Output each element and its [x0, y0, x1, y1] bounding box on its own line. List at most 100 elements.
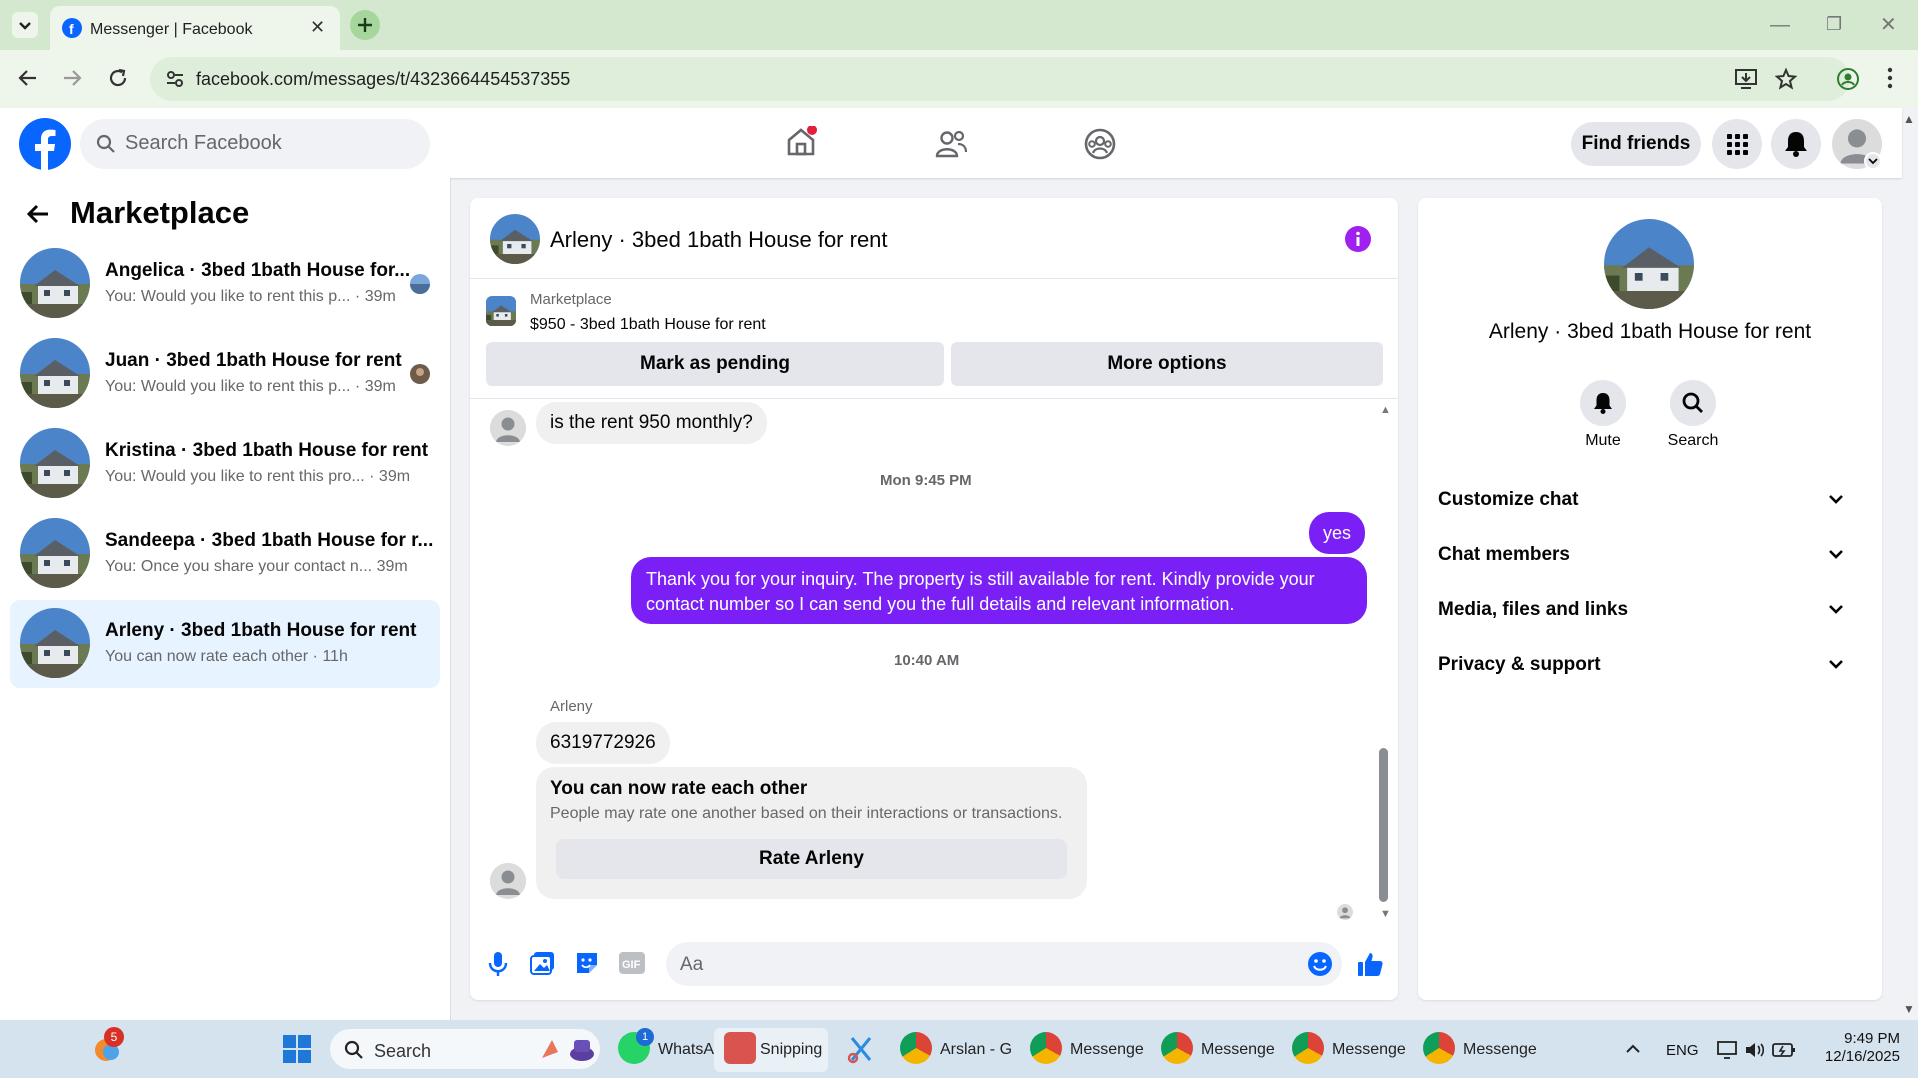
chevron-down-icon — [1828, 548, 1844, 560]
browser-tab[interactable]: f Messenger | Facebook ✕ — [50, 6, 340, 50]
bookmark-star-icon[interactable] — [1774, 67, 1798, 91]
conversation-item[interactable]: Juan · 3bed 1bath House for rent You: Wo… — [10, 330, 440, 418]
chat-title[interactable]: Arleny · 3bed 1bath House for rent — [550, 227, 888, 253]
snip-sketch-icon[interactable] — [846, 1034, 876, 1064]
taskbar-app-label[interactable]: Messenge — [1463, 1041, 1537, 1059]
gif-icon[interactable]: GIF — [619, 952, 645, 974]
mute-label: Mute — [1585, 432, 1621, 449]
page-scroll-down[interactable]: ▼ — [1903, 1002, 1915, 1016]
section-label: Chat members — [1438, 544, 1570, 565]
chat-scroll-down[interactable]: ▼ — [1380, 908, 1391, 920]
find-friends-button[interactable]: Find friends — [1571, 122, 1701, 166]
forward-icon[interactable] — [60, 66, 84, 90]
listing-thumbnail[interactable] — [486, 296, 516, 326]
media-files-links-row[interactable]: Media, files and links — [1438, 591, 1862, 631]
chat-avatar[interactable] — [490, 214, 540, 264]
menu-grid-button[interactable] — [1712, 119, 1762, 169]
facebook-logo-icon[interactable] — [19, 118, 71, 170]
chevron-up-icon[interactable] — [1624, 1040, 1642, 1058]
section-label: Media, files and links — [1438, 599, 1629, 620]
back-icon[interactable] — [16, 66, 40, 90]
conversation-item[interactable]: Sandeepa · 3bed 1bath House for r... You… — [10, 510, 440, 598]
svg-text:f: f — [69, 21, 74, 37]
chrome-icon[interactable] — [1161, 1032, 1193, 1064]
info-icon[interactable] — [1345, 226, 1371, 252]
taskbar-app-label[interactable]: Snipping — [760, 1041, 822, 1059]
taskbar-app-label[interactable]: Arslan - G — [940, 1041, 1012, 1059]
back-arrow-icon[interactable] — [24, 200, 52, 228]
conversation-preview: You: Once you share your contact n... 39… — [105, 558, 408, 575]
conversation-item-selected[interactable]: Arleny · 3bed 1bath House for rent You c… — [10, 600, 440, 688]
chrome-icon[interactable] — [1423, 1032, 1455, 1064]
outgoing-message: Thank you for your inquiry. The property… — [631, 557, 1367, 624]
minimize-icon[interactable]: — — [1770, 14, 1790, 37]
language-indicator[interactable]: ENG — [1666, 1042, 1699, 1059]
search-icon — [96, 134, 116, 154]
section-label: Customize chat — [1438, 489, 1579, 510]
chat-scrollbar-thumb[interactable] — [1379, 748, 1388, 902]
rate-title: You can now rate each other — [550, 778, 808, 799]
url-text[interactable]: facebook.com/messages/t/4323664454537355 — [196, 69, 570, 90]
more-options-button[interactable]: More options — [951, 342, 1383, 386]
restore-icon[interactable]: ❐ — [1826, 14, 1842, 35]
install-app-icon[interactable] — [1734, 68, 1758, 90]
mark-as-pending-button[interactable]: Mark as pending — [486, 342, 944, 386]
sticker-icon[interactable] — [574, 950, 600, 976]
incoming-message: is the rent 950 monthly? — [536, 402, 767, 444]
chat-scroll-up[interactable]: ▲ — [1380, 404, 1391, 416]
reload-icon[interactable] — [106, 66, 130, 90]
tab-title: Messenger | Facebook — [90, 21, 253, 38]
taskbar-app-label[interactable]: WhatsA — [658, 1041, 714, 1059]
rate-arleny-button[interactable]: Rate Arleny — [556, 839, 1067, 879]
search-icon — [344, 1040, 364, 1060]
conversation-item[interactable]: Angelica · 3bed 1bath House for... You: … — [10, 240, 440, 328]
emoji-icon[interactable] — [1307, 951, 1333, 977]
chat-members-row[interactable]: Chat members — [1438, 536, 1862, 576]
incoming-message: 6319772926 — [536, 722, 670, 764]
profile-icon[interactable] — [1836, 67, 1860, 91]
window-close-icon[interactable]: ✕ — [1880, 12, 1897, 37]
mute-button[interactable] — [1580, 380, 1626, 426]
search-icon — [1682, 392, 1703, 413]
listing-thumbnail — [20, 248, 90, 318]
groups-icon[interactable] — [1083, 127, 1117, 161]
site-info-icon[interactable] — [164, 68, 186, 90]
bell-icon — [1594, 393, 1612, 414]
page-scroll-up[interactable]: ▲ — [1903, 112, 1915, 126]
snipping-tool-icon[interactable] — [724, 1032, 756, 1064]
chrome-icon[interactable] — [1292, 1032, 1324, 1064]
listing-thumbnail — [20, 428, 90, 498]
chrome-icon[interactable] — [900, 1032, 932, 1064]
home-icon[interactable] — [785, 126, 817, 158]
photo-icon[interactable] — [530, 950, 556, 976]
volume-icon[interactable] — [1744, 1040, 1766, 1060]
notifications-button[interactable] — [1771, 119, 1821, 169]
search-highlight-icon — [538, 1034, 598, 1064]
taskbar-clock[interactable]: 9:49 PM 12/16/2025 — [1810, 1030, 1900, 1066]
message-input[interactable] — [666, 942, 1342, 986]
taskbar-app-label[interactable]: Messenge — [1332, 1041, 1406, 1059]
friends-icon[interactable] — [934, 128, 968, 160]
conversation-item[interactable]: Kristina · 3bed 1bath House for rent You… — [10, 420, 440, 508]
windows-start-icon[interactable] — [282, 1034, 312, 1064]
close-tab-icon[interactable]: ✕ — [310, 17, 325, 38]
chrome-menu-icon[interactable] — [1886, 66, 1894, 90]
microphone-icon[interactable] — [486, 950, 510, 978]
search-in-chat-button[interactable] — [1670, 380, 1716, 426]
customize-chat-row[interactable]: Customize chat — [1438, 481, 1862, 521]
network-icon[interactable] — [1716, 1040, 1738, 1060]
taskbar-app-label[interactable]: Messenge — [1201, 1041, 1275, 1059]
battery-icon[interactable] — [1772, 1041, 1796, 1059]
details-avatar[interactable] — [1604, 219, 1694, 309]
chrome-icon[interactable] — [1030, 1032, 1062, 1064]
privacy-support-row[interactable]: Privacy & support — [1438, 646, 1862, 686]
taskbar-app-label[interactable]: Messenge — [1070, 1041, 1144, 1059]
tab-search-icon[interactable] — [12, 12, 38, 38]
new-tab-icon[interactable] — [350, 10, 380, 40]
thumbs-up-icon[interactable] — [1356, 950, 1384, 978]
message-line: Thank you for your inquiry. The property… — [646, 569, 1315, 589]
rate-subtitle: People may rate one another based on the… — [550, 805, 1063, 822]
account-chevron-icon[interactable] — [1864, 152, 1882, 170]
listing-price-title[interactable]: $950 - 3bed 1bath House for rent — [530, 316, 766, 334]
conversation-preview: You: Would you like to rent this p... · … — [105, 378, 396, 395]
